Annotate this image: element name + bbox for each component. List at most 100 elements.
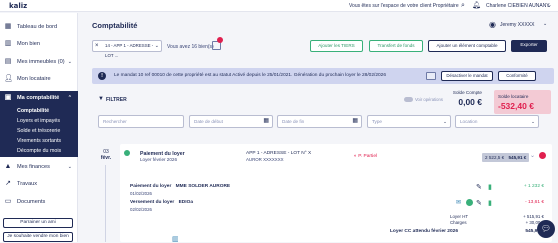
line2-amount: - 13,61 €	[525, 200, 544, 205]
lot-select[interactable]: × 14 - APP 1 - ADRESSE - LOT ... ⌄	[92, 40, 162, 58]
sidebar-subnav: Comptabilité Loyers et impayés Solde et …	[0, 105, 78, 157]
parrainer-button[interactable]: Parrainer un ami	[3, 218, 73, 228]
loyer-ht-value: + 515,91 €	[523, 214, 544, 219]
date-fin-placeholder: Date de fin	[282, 119, 305, 124]
mandat-banner: ! Le mandat 10 ref 00010 de cette propri…	[92, 68, 554, 84]
solde-locataire-card: Solde locataire -532,40 €	[494, 90, 551, 114]
sidebar-item-label: Tableau de bord	[17, 23, 58, 30]
person-icon: 👤︎	[4, 74, 13, 82]
ajouter-tiers-button[interactable]: Ajouter les TIERS	[310, 40, 363, 52]
chat-icon[interactable]: 💬︎	[537, 220, 555, 238]
sidebar-item-finances[interactable]: ▲ Mes finances ⌄	[0, 160, 78, 173]
line1-name: MME SOLDER AURORE	[175, 184, 231, 189]
line2-date: 02/02/2026	[130, 207, 152, 212]
loyer-ht-label: Loyer HT	[450, 214, 469, 219]
sidebar: ▦ Tableau de bord ▥ Mon bien ▤ Mes immeu…	[0, 13, 78, 242]
sidebar-item-immeubles[interactable]: ▤ Mes immeubles (0) ⌄	[0, 55, 78, 68]
timeline-line	[105, 165, 106, 242]
banner-text: Le mandat 10 ref 00010 de cette propriét…	[114, 73, 387, 78]
folder-icon: ▭	[4, 197, 12, 205]
sidebar-item-comptabilite[interactable]: ▣ Ma comptabilité ⌃	[0, 91, 78, 105]
account-name[interactable]: Jeremy XXXXX	[500, 22, 534, 28]
ajouter-element-button[interactable]: Ajouter un élément comptable	[428, 40, 506, 52]
page-title: Comptabilité	[92, 21, 138, 30]
calendar-icon[interactable]: ▦	[263, 116, 269, 127]
location-select[interactable]: Location ⌄	[455, 115, 539, 128]
chevron-down-icon: ⌄	[67, 58, 72, 65]
chevron-down-icon[interactable]: ⌄	[545, 2, 553, 10]
filter-label[interactable]: FILTRER	[106, 97, 127, 103]
main-content: Comptabilité ◉ Jeremy XXXXX ⌄ × 14 - APP…	[84, 13, 558, 243]
check-icon[interactable]	[466, 199, 473, 206]
entry-subtitle: Loyer février 2026	[140, 157, 178, 162]
conformite-button[interactable]: Conformité	[498, 71, 536, 81]
date-fin-field[interactable]: Date de fin ▦	[277, 115, 362, 128]
edit-icon[interactable]: ✎	[476, 199, 482, 207]
sidebar-item-mon-bien[interactable]: ▥ Mon bien	[0, 37, 78, 50]
charges-label: Charges	[450, 220, 467, 225]
sidebar-item-documents[interactable]: ▭ Documents	[0, 195, 78, 208]
sidebar-item-label: Mon locataire	[17, 75, 51, 82]
exporter-button[interactable]: Exporter	[511, 40, 547, 52]
partial-icon: ◐	[354, 154, 357, 159]
chart-icon: ▲	[4, 162, 12, 170]
notification-badge	[217, 37, 223, 43]
subnav-decompte[interactable]: Décompte du mois	[17, 148, 61, 154]
subnav-comptabilite[interactable]: Comptabilité	[17, 108, 49, 114]
search-input[interactable]: Rechercher	[98, 115, 184, 128]
sidebar-item-locataire[interactable]: 👤︎ Mon locataire	[0, 72, 78, 85]
trash-icon[interactable]: ▮	[488, 183, 492, 191]
chevron-down-icon[interactable]: ⌄	[543, 21, 547, 27]
total-label: Loyer CC attendu février 2026	[390, 229, 458, 234]
search-icon[interactable]: ⌕	[459, 2, 467, 10]
desactiver-mandat-button[interactable]: Désactiver le mandat	[441, 71, 493, 81]
solde-compte-value: 0,00 €	[458, 97, 482, 107]
sidebar-item-label: Mes immeubles (0)	[17, 58, 65, 65]
subnav-virements[interactable]: Virements sortants	[17, 138, 61, 144]
chevron-down-icon: ⌄	[154, 43, 159, 49]
solde-locataire-label: Solde locataire	[498, 94, 529, 99]
entry-month: févr.	[100, 155, 112, 161]
entry-status: ◐ P. Partiel	[354, 154, 377, 159]
location-placeholder: Location	[460, 119, 478, 124]
edit-icon[interactable]: ✎	[476, 183, 482, 191]
logo: kaliz	[9, 2, 28, 10]
delete-icon[interactable]	[539, 152, 546, 159]
sidebar-item-label: Mes finances	[17, 163, 50, 170]
building-icon: ▥	[4, 39, 12, 47]
button-label: Ajouter les TIERS	[318, 43, 355, 48]
bell-icon[interactable]: 🔔︎	[472, 2, 481, 10]
entry-card: Paiement du loyer Loyer février 2026 APP…	[120, 144, 552, 243]
line1-title: Paiement du loyer	[130, 184, 172, 189]
date-debut-field[interactable]: Date de début ▦	[189, 115, 273, 128]
subnav-loyers[interactable]: Loyers et impayés	[17, 118, 60, 124]
chevron-up-icon: ⌃	[67, 95, 72, 101]
calculator-icon: ▣	[4, 94, 12, 101]
buildings-icon: ▤	[4, 57, 12, 65]
entry-lot: APP 1 - ADRESSE - LOT N° X	[246, 151, 312, 156]
info-icon: !	[98, 72, 106, 80]
amount-badge: 2 522,5 € 545,91 €	[482, 153, 530, 162]
mandat-icon	[426, 72, 436, 80]
line1-date: 01/02/2026	[130, 191, 152, 196]
button-label: Ajouter un élément comptable	[436, 43, 498, 48]
chevron-down-icon[interactable]: ⌄	[530, 152, 535, 159]
vendre-bien-button[interactable]: Je souhaite vendre mon bien	[3, 232, 73, 242]
lot-select-value: 14 - APP 1 - ADRESSE - LOT ...	[105, 43, 154, 58]
entry-ref: AUROR XXXXXXX	[246, 157, 284, 162]
sidebar-item-travaux[interactable]: ↗ Travaux	[0, 177, 78, 190]
user-name[interactable]: Charlene CIEBIEN AUNANY	[486, 3, 550, 9]
line2-name: EDIOa	[178, 200, 194, 205]
trash-icon[interactable]: ▮	[488, 199, 492, 207]
type-select[interactable]: Type ⌄	[367, 115, 451, 128]
account-icon: ◉	[489, 20, 496, 29]
receipt-icon[interactable]: ✉	[456, 199, 461, 206]
line1: Paiement du loyer MME SOLDER AURORE	[130, 184, 230, 189]
sidebar-item-dashboard[interactable]: ▦ Tableau de bord	[0, 20, 78, 33]
operations-toggle[interactable]	[404, 97, 413, 102]
subnav-solde[interactable]: Solde et trésorerie	[17, 128, 60, 134]
calendar-icon[interactable]: ▦	[352, 116, 358, 127]
button-label: Conformité	[506, 73, 528, 78]
clear-icon[interactable]: ×	[95, 41, 99, 51]
transfert-fonds-button[interactable]: Transfert de fonds	[369, 40, 423, 52]
